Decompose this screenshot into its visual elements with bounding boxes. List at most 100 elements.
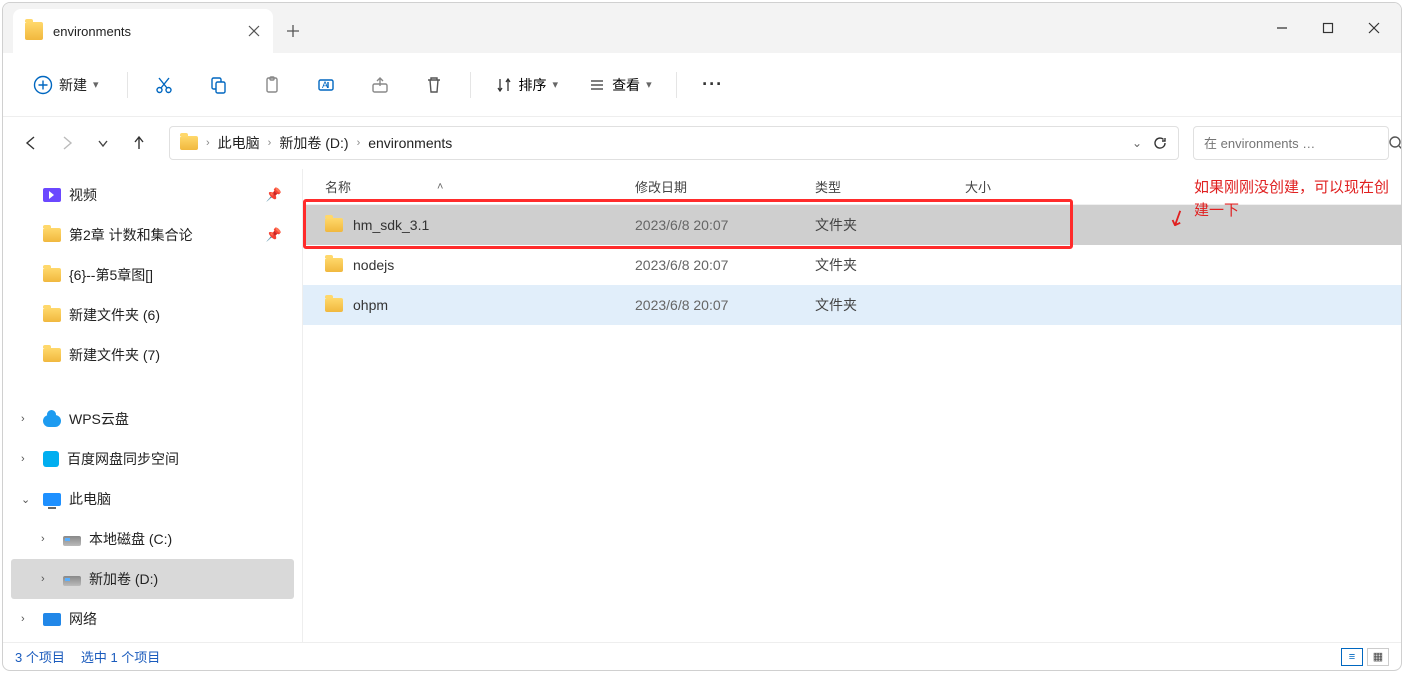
rename-button[interactable]: A	[308, 67, 344, 103]
chevron-right-icon: ›	[41, 533, 55, 545]
file-name: ohpm	[353, 297, 388, 313]
history-button[interactable]	[87, 127, 119, 159]
separator	[127, 72, 128, 98]
svg-text:A: A	[322, 80, 328, 90]
sidebar-item-label: 第2章 计数和集合论	[69, 225, 193, 245]
sidebar-item-folder[interactable]: 新建文件夹 (7)	[11, 335, 294, 375]
chevron-down-icon[interactable]: ⌄	[1132, 136, 1142, 150]
status-count: 3 个项目	[15, 647, 65, 666]
chevron-down-icon: ▾	[553, 78, 559, 91]
more-button[interactable]: ···	[695, 67, 731, 103]
window-tab[interactable]: environments	[13, 9, 273, 53]
close-button[interactable]	[1351, 12, 1397, 44]
maximize-button[interactable]	[1305, 12, 1351, 44]
sidebar-item-label: WPS云盘	[69, 409, 129, 429]
chevron-right-icon: ›	[21, 453, 35, 465]
sort-button[interactable]: 排序 ▾	[489, 69, 565, 101]
view-label: 查看	[612, 75, 640, 95]
tab-close-button[interactable]	[247, 24, 261, 38]
tiles-view-button[interactable]: ▦	[1367, 648, 1389, 666]
forward-button[interactable]	[51, 127, 83, 159]
separator	[470, 72, 471, 98]
chevron-right-icon: ›	[206, 137, 210, 149]
file-row[interactable]: ohpm 2023/6/8 20:07 文件夹	[303, 285, 1401, 325]
paste-button[interactable]	[254, 67, 290, 103]
plus-circle-icon	[33, 75, 53, 95]
chevron-down-icon: ▾	[646, 78, 652, 91]
searchbox[interactable]	[1193, 126, 1389, 160]
chevron-right-icon: ›	[21, 413, 35, 425]
file-type: 文件夹	[815, 295, 965, 315]
details-view-button[interactable]: ≡	[1341, 648, 1363, 666]
folder-icon	[325, 258, 343, 272]
col-name-header[interactable]: 名称˄	[325, 177, 635, 196]
sidebar-item-drive-d[interactable]: ›新加卷 (D:)	[11, 559, 294, 599]
window-controls	[1259, 3, 1401, 53]
pc-icon	[43, 493, 61, 506]
sidebar-item-drive-c[interactable]: › 本地磁盘 (C:)	[11, 519, 294, 559]
copy-button[interactable]	[200, 67, 236, 103]
up-button[interactable]	[123, 127, 155, 159]
sidebar-item-label: 视频	[69, 185, 97, 205]
folder-icon	[43, 268, 61, 282]
back-button[interactable]	[15, 127, 47, 159]
sync-icon	[43, 451, 59, 467]
sort-indicator-icon: ˄	[437, 181, 443, 193]
sidebar-item-videos[interactable]: 视频 📌	[11, 175, 294, 215]
col-size-header[interactable]: 大小	[965, 177, 1065, 196]
search-input[interactable]	[1204, 136, 1380, 151]
file-date: 2023/6/8 20:07	[635, 297, 815, 313]
sidebar-item-folder[interactable]: {6}--第5章图[]	[11, 255, 294, 295]
view-button[interactable]: 查看 ▾	[582, 69, 658, 101]
sidebar-item-folder[interactable]: 新建文件夹 (6)	[11, 295, 294, 335]
pin-icon: 📌	[266, 187, 282, 203]
file-name: hm_sdk_3.1	[353, 217, 429, 233]
chevron-right-icon: ›	[21, 613, 35, 625]
navbar: › 此电脑 › 新加卷 (D:) › environments ⌄	[3, 117, 1401, 169]
sidebar-item-label: 新建文件夹 (6)	[69, 305, 160, 325]
folder-icon	[43, 348, 61, 362]
share-button[interactable]	[362, 67, 398, 103]
cut-button[interactable]	[146, 67, 182, 103]
file-date: 2023/6/8 20:07	[635, 257, 815, 273]
sort-icon	[495, 76, 513, 94]
file-list-area: ↙ 如果刚刚没创建，可以现在创 建一下 名称˄ 修改日期 类型 大小 hm_sd…	[303, 169, 1401, 642]
sidebar-item-folder[interactable]: 第2章 计数和集合论📌	[11, 215, 294, 255]
sidebar-item-network[interactable]: › 网络	[11, 599, 294, 639]
sidebar-item-thispc[interactable]: ⌄ 此电脑	[11, 479, 294, 519]
refresh-button[interactable]	[1152, 135, 1168, 151]
disk-icon	[63, 536, 81, 546]
file-type: 文件夹	[815, 215, 965, 235]
breadcrumb-item[interactable]: 此电脑	[218, 133, 260, 153]
folder-icon	[325, 218, 343, 232]
body: 视频 📌 第2章 计数和集合论📌 {6}--第5章图[] 新建文件夹 (6) 新建…	[3, 169, 1401, 642]
breadcrumb-item[interactable]: environments	[368, 135, 452, 151]
minimize-button[interactable]	[1259, 12, 1305, 44]
breadcrumb[interactable]: › 此电脑 › 新加卷 (D:) › environments ⌄	[169, 126, 1179, 160]
chevron-down-icon: ⌄	[21, 493, 35, 506]
col-type-header[interactable]: 类型	[815, 177, 965, 196]
new-button[interactable]: 新建 ▾	[23, 69, 109, 101]
chevron-right-icon: ›	[357, 137, 361, 149]
delete-button[interactable]	[416, 67, 452, 103]
folder-icon	[180, 136, 198, 150]
col-date-header[interactable]: 修改日期	[635, 177, 815, 196]
chevron-down-icon: ▾	[93, 78, 99, 91]
sidebar-item-baidu[interactable]: ›百度网盘同步空间	[11, 439, 294, 479]
sidebar-item-label: 此电脑	[69, 489, 111, 509]
sidebar-item-label: 网络	[69, 609, 97, 629]
file-row[interactable]: nodejs 2023/6/8 20:07 文件夹	[303, 245, 1401, 285]
chevron-right-icon: ›	[41, 573, 55, 585]
view-icon	[588, 76, 606, 94]
file-date: 2023/6/8 20:07	[635, 217, 815, 233]
sidebar-item-wps[interactable]: › WPS云盘	[11, 399, 294, 439]
new-tab-button[interactable]	[273, 9, 313, 53]
file-name: nodejs	[353, 257, 394, 273]
breadcrumb-tail: ⌄	[1132, 135, 1168, 151]
ellipsis-icon: ···	[702, 74, 723, 95]
sidebar-item-label: 本地磁盘 (C:)	[89, 529, 172, 549]
breadcrumb-item[interactable]: 新加卷 (D:)	[279, 133, 348, 153]
statusbar: 3 个项目 选中 1 个项目 ≡ ▦	[3, 642, 1401, 670]
disk-icon	[63, 576, 81, 586]
cloud-icon	[43, 415, 61, 427]
